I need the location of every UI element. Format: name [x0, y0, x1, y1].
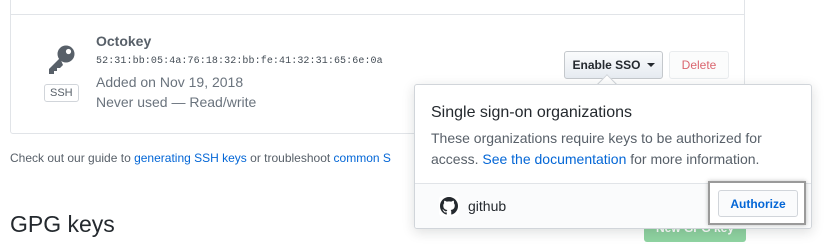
github-octocat-icon	[439, 196, 459, 216]
key-type-badge: SSH	[44, 84, 79, 102]
generating-ssh-keys-link[interactable]: generating SSH keys	[134, 151, 247, 165]
help-text: Check out our guide to generating SSH ke…	[10, 151, 391, 165]
popover-desc-suffix: for more information.	[626, 151, 760, 167]
delete-button[interactable]: Delete	[669, 51, 729, 79]
documentation-link[interactable]: See the documentation	[482, 151, 626, 167]
popover-title: Single sign-on organizations	[431, 104, 633, 121]
gpg-keys-heading: GPG keys	[10, 211, 115, 237]
popover-description: These organizations require keys to be a…	[431, 128, 791, 170]
ssh-keys-page: SSH Octokey 52:31:bb:05:4a:76:18:32:bb:f…	[0, 0, 826, 248]
authorize-button[interactable]: Authorize	[718, 190, 798, 217]
help-prefix: Check out our guide to	[10, 151, 135, 165]
key-added-date: Added on Nov 19, 2018	[96, 74, 244, 90]
key-usage-status: Never used — Read/write	[96, 94, 257, 110]
key-icon	[49, 45, 75, 74]
divider	[11, 14, 744, 15]
help-middle: or troubleshoot	[246, 151, 334, 165]
key-title: Octokey	[96, 33, 152, 49]
org-name: github	[468, 198, 507, 214]
sso-popover: Single sign-on organizations These organ…	[414, 84, 812, 229]
authorize-highlight: Authorize	[708, 181, 806, 225]
key-fingerprint: 52:31:bb:05:4a:76:18:32:bb:fe:41:32:31:6…	[96, 56, 383, 67]
enable-sso-label: Enable SSO	[572, 58, 641, 72]
common-ssh-problems-link[interactable]: common S	[334, 151, 391, 165]
caret-down-icon	[646, 63, 655, 67]
org-row: github Authorize	[415, 181, 811, 228]
enable-sso-button[interactable]: Enable SSO	[564, 51, 663, 79]
